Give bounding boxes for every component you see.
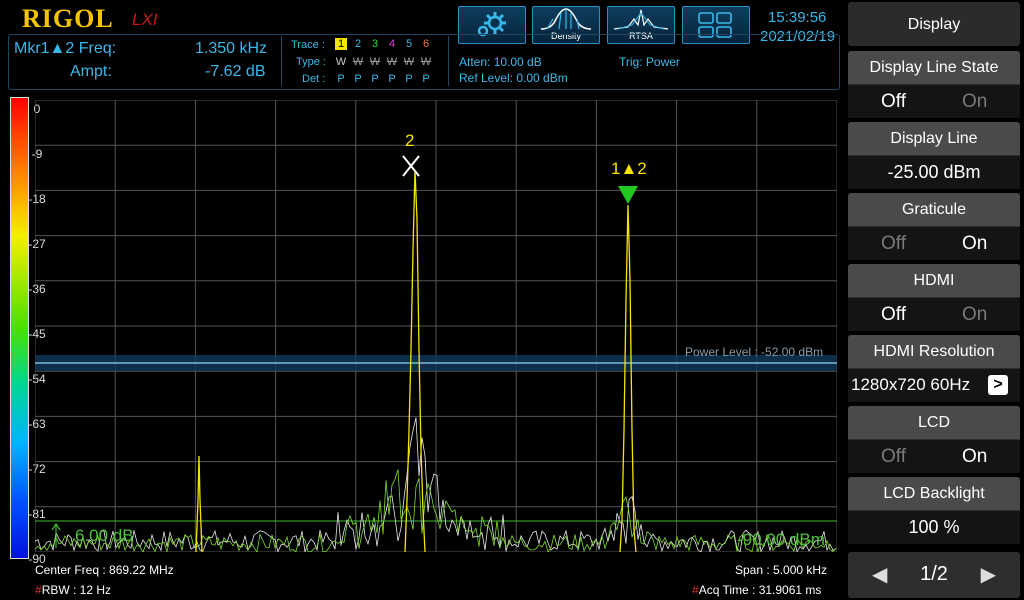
trace-det-4: P [388,73,396,85]
rbw-text: RBW : 12 Hz [41,583,112,597]
softkey-display-line-state[interactable]: Display Line State Off On [848,51,1020,118]
trace-type-3: W [369,56,381,68]
rbw-readout[interactable]: #RBW : 12 Hz [35,583,111,597]
hdmi-resolution-label: HDMI Resolution [848,335,1020,368]
graticule-on[interactable]: On [962,233,987,255]
trace-type-2: W [352,56,364,68]
trace-det-6: P [422,73,430,85]
rtsa-icon [613,9,669,30]
power-level-label: Power Level : -52.00 dBm [685,345,824,359]
menu-title: Display [848,2,1020,46]
marker-2-cross[interactable] [402,155,420,177]
hdmi-label: HDMI [848,264,1020,297]
lcd-backlight-value: 100 % [848,511,1020,544]
trace-label: Trace : [291,39,325,51]
type-label: Type : [296,56,326,68]
marker-freq-label: Mkr1▲2 Freq: [14,40,117,57]
display-line-value: -25.00 dBm [848,156,1020,189]
acq-manual-mark: # [692,583,699,597]
graticule-label: Graticule [848,193,1020,226]
center-freq[interactable]: Center Freq : 869.22 MHz [35,563,174,577]
graticule-off[interactable]: Off [881,233,906,255]
trace-det-1: P [337,73,345,85]
marker-1-triangle[interactable] [618,186,638,204]
softkey-lcd-backlight[interactable]: LCD Backlight 100 % [848,477,1020,544]
display-line-label: Display Line [848,122,1020,155]
softkey-lcd[interactable]: LCD Off On [848,406,1020,473]
left-db-arrow-icon [51,522,61,548]
trig-text: Trig: Power [619,55,680,69]
trace-type-5: W [403,56,415,68]
ref-level-text: Ref Level: 0.00 dBm [459,71,568,85]
chevron-right-icon[interactable]: > [988,375,1008,395]
display-line-state-label: Display Line State [848,51,1020,84]
marker-2-label: 2 [405,131,415,150]
trace-number-6[interactable]: 6 [420,38,432,50]
trace-info: Trace : Type : Det : 1WP2WP3WP4WP5WP6WP [281,36,442,86]
atten-text: Atten: 10.00 dB [459,55,542,69]
bottom-dbm-readout: -90.00 dBm [737,530,825,549]
left-db-readout: 6.00 dB [75,526,134,545]
trace-type-6: W [420,56,432,68]
trace-1-peak-b [619,204,637,552]
softkey-display-line[interactable]: Display Line -25.00 dBm [848,122,1020,189]
rbw-manual-mark: # [35,583,42,597]
page-next-icon[interactable]: ▶ [981,562,996,587]
display-line-state-off[interactable]: Off [881,91,906,113]
marker-ampt-value: -7.62 dB [205,63,266,80]
lcd-backlight-label: LCD Backlight [848,477,1020,510]
trace-number-1[interactable]: 1 [335,38,347,50]
spectrum-plot[interactable] [35,100,837,552]
hdmi-resolution-value: 1280x720 60Hz [851,375,971,394]
softkey-hdmi[interactable]: HDMI Off On [848,264,1020,331]
lxi-logo: LXI [132,10,158,29]
det-label: Det : [302,73,326,85]
span-readout[interactable]: Span : 5.000 kHz [735,563,827,577]
lcd-on[interactable]: On [962,446,987,468]
trace-number-4[interactable]: 4 [386,38,398,50]
lcd-off[interactable]: Off [881,446,906,468]
trace-number-5[interactable]: 5 [403,38,415,50]
trace-type-1: W [335,56,347,68]
trace-1-spur [195,455,203,552]
trace-number-3[interactable]: 3 [369,38,381,50]
status-info: Atten: 10.00 dB Ref Level: 0.00 dBm Trig… [448,36,839,86]
hdmi-on[interactable]: On [962,304,987,326]
menu-pager: ◀ 1/2 ▶ [848,552,1020,598]
trace-type-4: W [386,56,398,68]
clock-time: 15:39:56 [768,9,827,26]
trace-det-5: P [405,73,413,85]
softkey-graticule[interactable]: Graticule Off On [848,193,1020,260]
hdmi-off[interactable]: Off [881,304,906,326]
softkey-hdmi-resolution[interactable]: HDMI Resolution 1280x720 60Hz > [848,335,1020,402]
trace-det-2: P [354,73,362,85]
trace-det-3: P [371,73,379,85]
marker-1-label: 1▲2 [611,159,647,178]
display-line-state-on[interactable]: On [962,91,987,113]
menu-title-text: Display [907,16,961,33]
marker-ampt-label: Ampt: [70,63,112,80]
marker-freq-value: 1.350 kHz [195,40,268,57]
rigol-logo: RIGOL [22,4,114,33]
acq-time-readout[interactable]: #Acq Time : 31.9061 ms [692,583,821,597]
acq-time-text: Acq Time : 31.9061 ms [698,583,822,597]
lcd-label: LCD [848,406,1020,439]
density-icon [540,8,592,30]
trace-number-2[interactable]: 2 [352,38,364,50]
